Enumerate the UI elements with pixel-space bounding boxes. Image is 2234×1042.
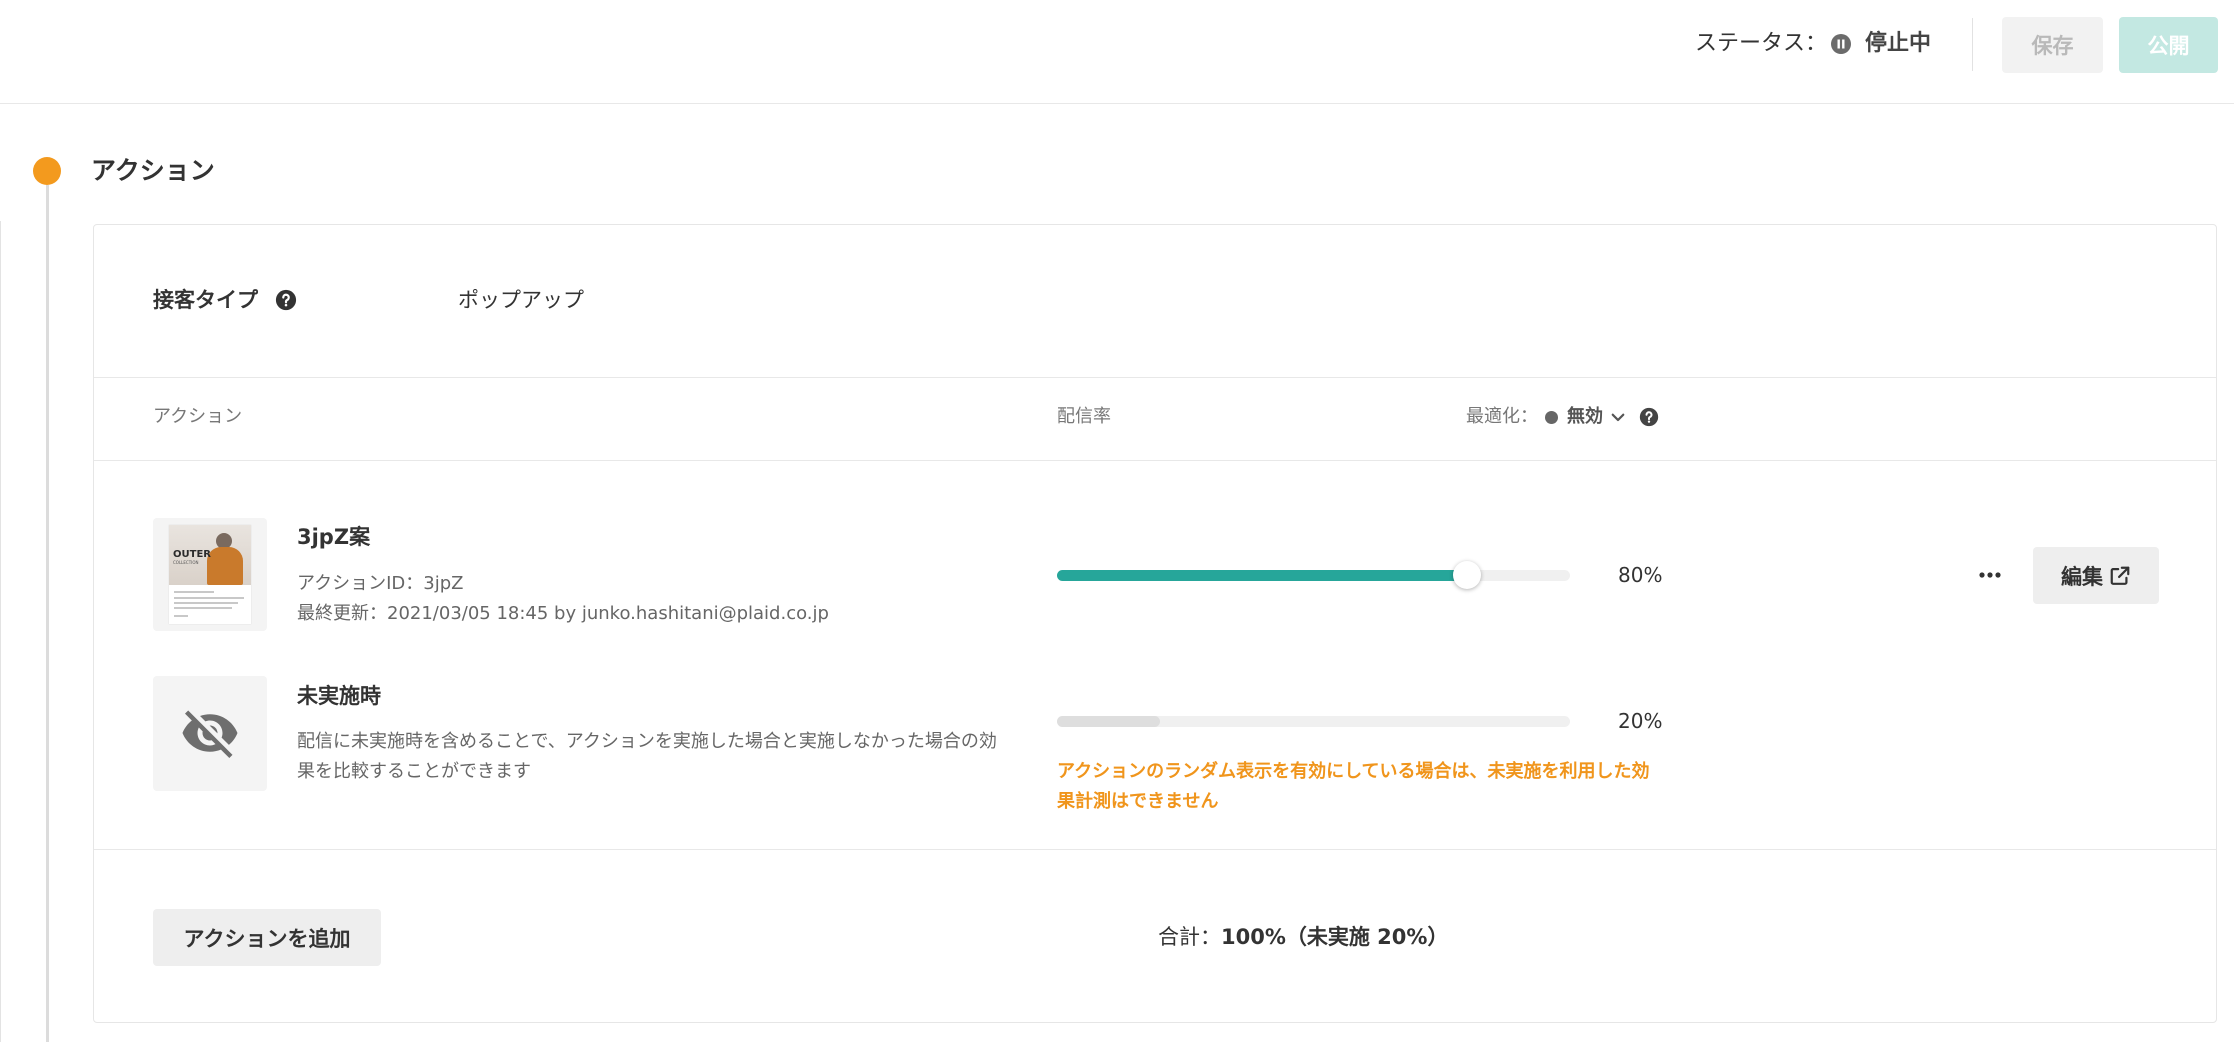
more-horizontal-icon[interactable]	[1976, 565, 2004, 585]
random-display-warning: アクションのランダム表示を有効にしている場合は、未実施を利用した効果計測はできま…	[1057, 761, 1650, 812]
thumbnail-model-jacket	[207, 547, 243, 585]
publish-button[interactable]: 公開	[2119, 17, 2218, 73]
control-description: 配信に未実施時を含めることで、アクションを実施した場合と実施しなかった場合の効果…	[297, 731, 997, 782]
thumbnail-text-line	[174, 607, 232, 609]
customer-type-value: ポップアップ	[458, 288, 584, 312]
thumbnail-popup-preview: OUTER COLLECTION	[169, 525, 251, 624]
thumbnail-headline: OUTER	[173, 549, 211, 560]
optimize-label: 最適化：	[1466, 406, 1538, 427]
control-rate-bar	[1057, 716, 1570, 727]
column-header-rate: 配信率	[1057, 406, 1111, 427]
chevron-down-icon[interactable]	[1609, 408, 1627, 426]
divider	[94, 377, 2216, 378]
action-thumbnail[interactable]: OUTER COLLECTION	[153, 518, 267, 631]
control-group-icon-box	[153, 676, 267, 791]
slider-handle[interactable]	[1453, 561, 1482, 589]
eye-off-icon	[180, 703, 240, 763]
save-button[interactable]: 保存	[2002, 17, 2103, 73]
thumbnail-subline: COLLECTION	[173, 560, 199, 565]
action-id: アクションID：3jpZ	[297, 573, 464, 594]
delivery-rate-value: 80%	[1618, 563, 1663, 587]
question-circle-icon[interactable]	[275, 289, 297, 311]
column-header-action: アクション	[153, 406, 243, 427]
status-label: ステータス：	[1695, 31, 1828, 56]
status-value: 停止中	[1865, 31, 1932, 56]
action-last-updated: 最終更新：2021/03/05 18:45 by junko.hashitani…	[297, 603, 829, 624]
header-divider	[1972, 18, 1973, 71]
slider-fill	[1057, 570, 1468, 581]
edit-button-label: 編集	[2061, 564, 2103, 589]
thumbnail-photo: OUTER COLLECTION	[169, 525, 251, 585]
optimize-status-dot	[1545, 411, 1558, 424]
optimize-dropdown[interactable]: 無効	[1567, 404, 1603, 430]
thumbnail-text-line	[174, 602, 238, 604]
section-title: アクション	[91, 156, 215, 185]
control-rate-fill	[1057, 716, 1160, 727]
customer-type-label: 接客タイプ	[153, 288, 258, 312]
delivery-rate-slider[interactable]	[1057, 561, 1570, 589]
action-name: 3jpZ案	[297, 525, 371, 549]
control-name: 未実施時	[297, 684, 381, 708]
divider	[94, 849, 2216, 850]
top-bar: ステータス： 停止中 保存 公開	[0, 0, 2234, 104]
question-circle-icon[interactable]	[1639, 407, 1659, 427]
control-rate-value: 20%	[1618, 709, 1663, 733]
left-edge-rule	[0, 221, 1, 1042]
thumbnail-text-line	[174, 591, 214, 593]
thumbnail-text-line	[174, 615, 188, 617]
total-rate: 合計：100%（未実施 20%）	[1158, 922, 1448, 952]
external-link-icon	[2109, 565, 2131, 587]
timeline-step-dot	[33, 157, 61, 185]
action-card: 接客タイプ ポップアップ アクション 配信率 最適化： 無効 OUTER COL…	[93, 224, 2217, 1023]
thumbnail-text-line	[174, 597, 244, 599]
total-label: 合計：	[1158, 925, 1221, 949]
pause-circle-icon	[1831, 34, 1851, 54]
add-action-button[interactable]: アクションを追加	[153, 909, 381, 966]
divider	[94, 460, 2216, 461]
edit-button[interactable]: 編集	[2033, 547, 2159, 604]
timeline-line	[46, 185, 49, 1042]
total-value: 100%（未実施 20%）	[1221, 925, 1449, 949]
